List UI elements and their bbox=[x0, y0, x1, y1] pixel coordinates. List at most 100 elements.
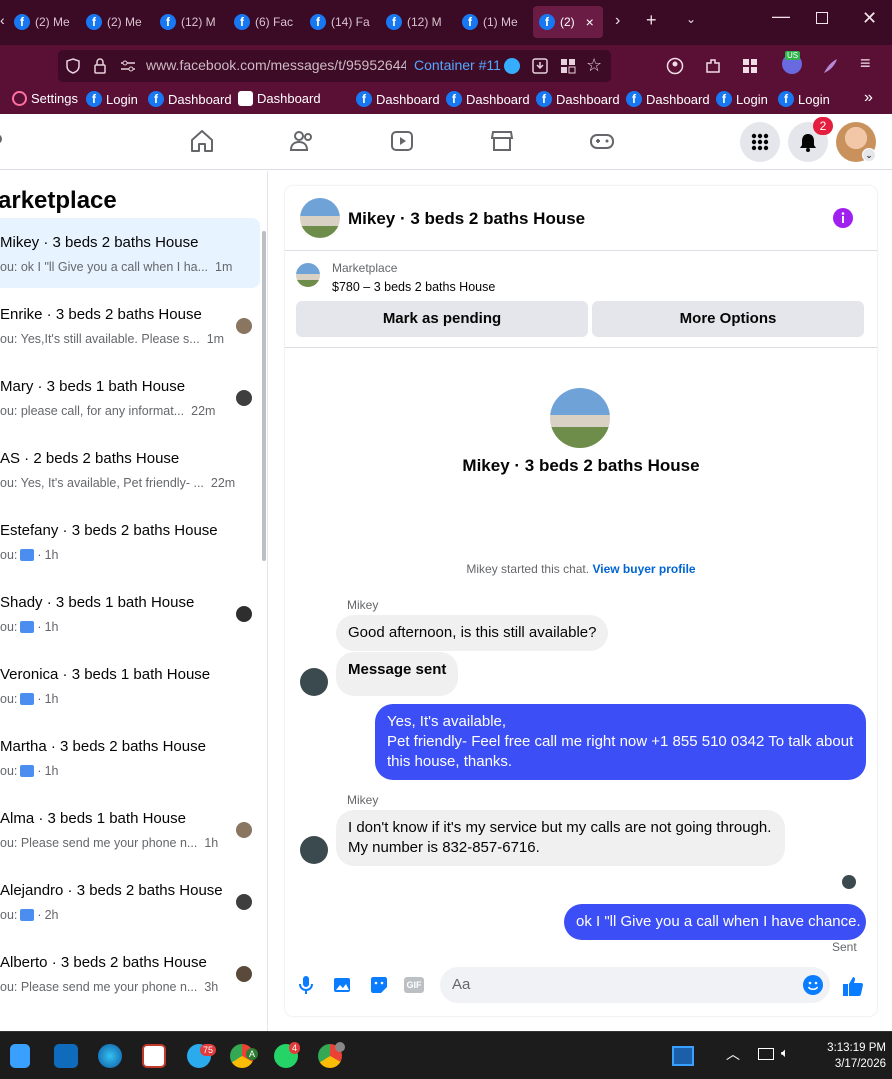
edge-icon[interactable] bbox=[98, 1044, 122, 1068]
task-view-icon[interactable] bbox=[672, 1046, 694, 1066]
browser-tab[interactable]: f (2) Me bbox=[80, 6, 152, 38]
tab-list-chevron-icon[interactable]: ⌄ bbox=[686, 12, 696, 26]
bookmark-login[interactable]: f Login bbox=[716, 91, 768, 107]
new-tab-button[interactable]: + bbox=[646, 10, 657, 31]
outgoing-message[interactable]: Yes, It's available, Pet friendly- Feel … bbox=[375, 704, 866, 780]
account-icon[interactable] bbox=[666, 57, 684, 75]
tab-scroll-right-icon[interactable]: › bbox=[615, 12, 620, 30]
browser-tab[interactable]: f (2) Me bbox=[8, 6, 78, 38]
info-icon[interactable] bbox=[833, 208, 853, 228]
browser-tab[interactable]: f (12) M bbox=[154, 6, 226, 38]
like-thumb-icon[interactable] bbox=[842, 975, 864, 997]
incoming-message[interactable]: Message sent bbox=[336, 652, 459, 696]
emoji-icon[interactable] bbox=[803, 975, 823, 995]
conversation-item[interactable]: Estefany · 3 beds 2 baths House ou: · 1h bbox=[0, 506, 260, 576]
gif-button[interactable]: GIF bbox=[404, 977, 424, 993]
view-buyer-profile-link[interactable]: View buyer profile bbox=[592, 562, 695, 576]
apps-icon[interactable] bbox=[741, 57, 759, 75]
volume-icon[interactable]: 🔈︎ bbox=[781, 1045, 789, 1061]
tab-scroll-left-icon[interactable]: ‹ bbox=[0, 12, 5, 28]
conversation-item[interactable]: Veronica · 3 beds 1 bath House ou: · 1h bbox=[0, 650, 260, 720]
close-tab-icon[interactable]: × bbox=[586, 14, 594, 30]
marketplace-icon[interactable] bbox=[489, 128, 515, 154]
conversation-item[interactable]: Shady · 3 beds 1 bath House ou: · 1h bbox=[0, 578, 260, 648]
sticker-icon[interactable] bbox=[369, 975, 389, 995]
scrollbar[interactable] bbox=[262, 231, 266, 561]
search-icon[interactable] bbox=[0, 134, 6, 148]
friends-icon[interactable] bbox=[289, 128, 315, 154]
bookmark-dashboard[interactable]: f Dashboard bbox=[356, 91, 440, 107]
bookmark-login[interactable]: f Login bbox=[778, 91, 830, 107]
sender-avatar[interactable] bbox=[300, 668, 328, 696]
conversation-item[interactable]: Martha · 3 beds 2 baths House ou: · 1h bbox=[0, 722, 260, 792]
snipping-tool-icon[interactable] bbox=[142, 1044, 166, 1068]
download-icon[interactable] bbox=[531, 57, 549, 75]
read-receipt-avatar bbox=[842, 875, 856, 889]
bookmark-dashboard[interactable]: f Dashboard bbox=[626, 91, 710, 107]
browser-tab[interactable]: f (12) M bbox=[380, 6, 452, 38]
bookmark-star-icon[interactable]: ☆ bbox=[586, 55, 602, 76]
sender-name: Mikey bbox=[347, 793, 379, 807]
preview-text: ou: please call, for any informat... bbox=[0, 404, 185, 418]
browser-tab[interactable]: f (1) Me bbox=[456, 6, 528, 38]
menu-hamburger-icon[interactable]: ≡ bbox=[860, 53, 871, 74]
incoming-message[interactable]: Good afternoon, is this still available? bbox=[336, 615, 609, 651]
network-icon[interactable] bbox=[758, 1048, 774, 1060]
close-window-icon[interactable]: ✕ bbox=[862, 8, 877, 29]
browser-tab[interactable]: f (6) Fac bbox=[228, 6, 300, 38]
photo-icon[interactable] bbox=[332, 975, 352, 995]
buyer-avatar bbox=[236, 966, 252, 982]
outgoing-message[interactable]: ok I "ll Give you a call when I have cha… bbox=[564, 904, 866, 940]
permissions-icon[interactable] bbox=[120, 59, 136, 73]
browser-tab-bar: ‹ f (2) Me f (2) Me f (12) M f (6) Fac f (14)… bbox=[0, 0, 892, 45]
preview-text: ou: Yes,It's still available. Please s..… bbox=[0, 332, 200, 346]
conversation-item[interactable]: Enrike · 3 beds 2 baths House ou: Yes,It'… bbox=[0, 290, 260, 360]
bookmark-dashboard[interactable]: f Dashboard bbox=[536, 91, 620, 107]
conversation-item[interactable]: Alejandro · 3 beds 2 baths House ou: · 2h bbox=[0, 866, 260, 936]
grid-icon[interactable] bbox=[559, 57, 577, 75]
clock[interactable]: 3:13:19 PM 3/17/2026 bbox=[800, 1040, 886, 1072]
listing-avatar[interactable] bbox=[300, 198, 340, 238]
bookmark-dashboard[interactable]: f Dashboard bbox=[148, 91, 232, 107]
separator: · bbox=[37, 908, 42, 922]
extensions-icon[interactable] bbox=[704, 57, 722, 75]
bookmark-login[interactable]: f Login bbox=[86, 91, 138, 107]
menu-button[interactable] bbox=[740, 122, 780, 162]
listing-price[interactable]: $780 – 3 beds 2 baths House bbox=[332, 280, 495, 294]
account-chevron-icon[interactable]: ⌄ bbox=[862, 148, 876, 162]
profile-large-avatar[interactable] bbox=[550, 388, 610, 448]
home-icon[interactable] bbox=[189, 128, 215, 154]
outlook-icon[interactable] bbox=[54, 1044, 78, 1068]
feather-icon[interactable] bbox=[821, 57, 839, 75]
address-bar[interactable]: www.facebook.com/messages/t/95952644 Con… bbox=[58, 50, 611, 82]
bookmarks-overflow-icon[interactable]: » bbox=[864, 89, 873, 107]
more-options-button[interactable]: More Options bbox=[592, 301, 864, 337]
chat-header-title[interactable]: Mikey · 3 beds 2 baths House bbox=[348, 209, 585, 229]
minimize-icon[interactable]: — bbox=[772, 6, 790, 27]
microphone-icon[interactable] bbox=[298, 975, 314, 995]
video-icon[interactable] bbox=[389, 128, 415, 154]
lock-icon[interactable] bbox=[92, 57, 108, 75]
gaming-icon[interactable] bbox=[589, 128, 615, 154]
conversation-item[interactable]: Mikey · 3 beds 2 baths House ou: ok I "ll… bbox=[0, 218, 260, 288]
facebook-icon: f bbox=[234, 14, 250, 30]
conversation-item[interactable]: Mary · 3 beds 1 bath House ou: please cal… bbox=[0, 362, 260, 432]
tray-overflow-icon[interactable]: ︿ bbox=[726, 1044, 740, 1064]
message-input[interactable]: Aa bbox=[440, 967, 830, 1003]
notepad-icon[interactable] bbox=[10, 1044, 30, 1068]
incoming-message[interactable]: I don't know if it's my service but my c… bbox=[336, 810, 785, 866]
conversation-item[interactable]: Alma · 3 beds 1 bath House ou: Please sen… bbox=[0, 794, 260, 864]
conversation-item[interactable]: Alberto · 3 beds 2 baths House ou: Please… bbox=[0, 938, 260, 1008]
browser-tab-active[interactable]: f (2) × bbox=[533, 6, 603, 38]
browser-tab[interactable]: f (14) Fa bbox=[304, 6, 376, 38]
bookmark-dashboard[interactable]: Dashboard bbox=[238, 91, 321, 106]
buyer-avatar bbox=[236, 606, 252, 622]
container-label[interactable]: Container #11 bbox=[414, 57, 501, 73]
bookmark-settings[interactable]: Settings bbox=[12, 91, 78, 106]
sender-avatar[interactable] bbox=[300, 836, 328, 864]
mark-as-pending-button[interactable]: Mark as pending bbox=[296, 301, 588, 337]
maximize-icon[interactable] bbox=[816, 12, 828, 24]
conversation-item[interactable]: AS · 2 beds 2 baths House ou: Yes, It's a… bbox=[0, 434, 260, 504]
bookmark-dashboard[interactable]: f Dashboard bbox=[446, 91, 530, 107]
shield-icon[interactable] bbox=[64, 57, 82, 75]
